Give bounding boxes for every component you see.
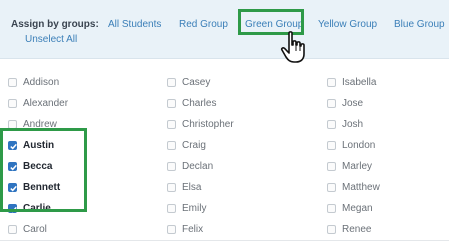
group-blue-link[interactable]: Blue Group xyxy=(394,19,445,30)
hand-pointer-icon xyxy=(280,30,310,66)
group-assign-bar: Assign by groups: Unselect All All Stude… xyxy=(0,0,449,59)
student-group-selector: Assign by groups: Unselect All All Stude… xyxy=(0,0,449,249)
group-yellow-link[interactable]: Yellow Group xyxy=(318,19,377,30)
student-name: Elsa xyxy=(182,182,202,193)
student-checkbox[interactable] xyxy=(327,204,336,213)
student-name: Charles xyxy=(182,98,217,109)
student-name: Alexander xyxy=(23,98,69,109)
student-name: Jose xyxy=(342,98,364,109)
student-name: Matthew xyxy=(342,182,380,193)
student-row[interactable]: London xyxy=(327,135,380,156)
student-checkbox[interactable] xyxy=(167,183,176,192)
student-row[interactable]: Craig xyxy=(167,135,234,156)
divider xyxy=(0,240,449,241)
student-name: Craig xyxy=(182,140,206,151)
student-name: Carol xyxy=(23,224,47,235)
student-checkbox[interactable] xyxy=(327,78,336,87)
student-row[interactable]: Addison xyxy=(8,72,68,93)
student-checkbox[interactable] xyxy=(8,99,17,108)
student-name: Addison xyxy=(23,77,60,88)
student-checkbox[interactable] xyxy=(167,78,176,87)
student-name: Declan xyxy=(182,161,214,172)
student-checkbox[interactable] xyxy=(327,120,336,129)
student-name: Renee xyxy=(342,224,372,235)
student-row[interactable]: Declan xyxy=(167,156,234,177)
student-name: Felix xyxy=(182,224,204,235)
student-row[interactable]: Jose xyxy=(327,93,380,114)
student-checkbox[interactable] xyxy=(8,78,17,87)
student-checkbox[interactable] xyxy=(167,141,176,150)
student-row[interactable]: Matthew xyxy=(327,177,380,198)
student-row[interactable]: Casey xyxy=(167,72,234,93)
unselect-all-link[interactable]: Unselect All xyxy=(25,34,77,45)
student-checkbox[interactable] xyxy=(327,183,336,192)
student-name: Emily xyxy=(182,203,207,214)
student-row[interactable]: Christopher xyxy=(167,114,234,135)
student-checkbox[interactable] xyxy=(327,162,336,171)
student-name: Christopher xyxy=(182,119,234,130)
student-checkbox[interactable] xyxy=(8,225,17,234)
student-name: Marley xyxy=(342,161,373,172)
student-column-2: Casey Charles Christopher Craig Declan E… xyxy=(167,72,234,240)
student-name: London xyxy=(342,140,376,151)
student-row[interactable]: Megan xyxy=(327,198,380,219)
student-row[interactable]: Felix xyxy=(167,219,234,240)
student-row[interactable]: Marley xyxy=(327,156,380,177)
student-row[interactable]: Isabella xyxy=(327,72,380,93)
student-checkbox[interactable] xyxy=(167,204,176,213)
student-row[interactable]: Charles xyxy=(167,93,234,114)
student-row[interactable]: Renee xyxy=(327,219,380,240)
student-checkbox[interactable] xyxy=(327,99,336,108)
student-checkbox[interactable] xyxy=(167,99,176,108)
student-row[interactable]: Josh xyxy=(327,114,380,135)
student-name: Isabella xyxy=(342,77,377,88)
student-name: Casey xyxy=(182,77,211,88)
selected-students-highlight xyxy=(0,128,87,212)
student-row[interactable]: Emily xyxy=(167,198,234,219)
student-checkbox[interactable] xyxy=(167,225,176,234)
student-name: Megan xyxy=(342,203,373,214)
student-checkbox[interactable] xyxy=(327,141,336,150)
assign-by-groups-label: Assign by groups: xyxy=(11,19,99,30)
student-name: Josh xyxy=(342,119,364,130)
student-row[interactable]: Carol xyxy=(8,219,68,240)
student-checkbox[interactable] xyxy=(167,120,176,129)
group-all-students-link[interactable]: All Students xyxy=(108,19,161,30)
student-checkbox[interactable] xyxy=(167,162,176,171)
student-row[interactable]: Elsa xyxy=(167,177,234,198)
student-checkbox[interactable] xyxy=(327,225,336,234)
group-red-link[interactable]: Red Group xyxy=(179,19,228,30)
student-column-3: Isabella Jose Josh London Marley Matthew… xyxy=(327,72,380,240)
student-row[interactable]: Alexander xyxy=(8,93,68,114)
